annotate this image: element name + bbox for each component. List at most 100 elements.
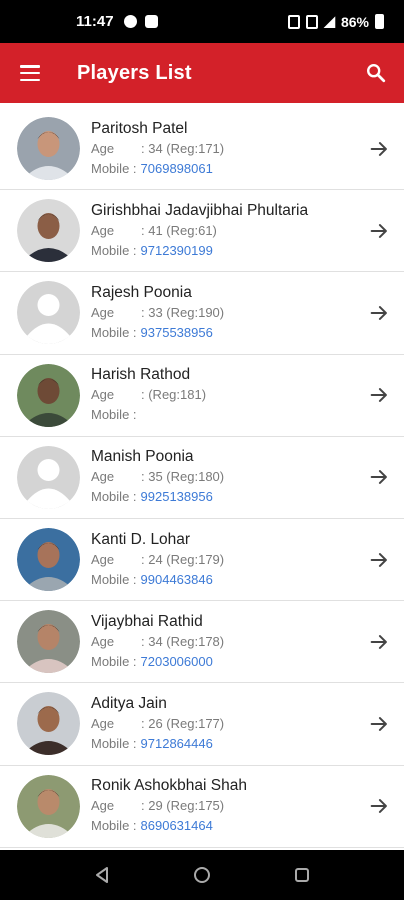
arrow-right-icon[interactable]: [368, 384, 390, 406]
mobile-link[interactable]: 8690631464: [141, 816, 213, 836]
notification-icon: [123, 15, 137, 28]
mobile-link[interactable]: 7203006000: [141, 652, 213, 672]
mobile-row: Mobile : 7203006000: [91, 652, 404, 672]
avatar: [17, 117, 80, 181]
mobile-label: Mobile :: [91, 653, 137, 669]
player-photo: [17, 117, 80, 181]
mobile-label: Mobile :: [91, 489, 137, 505]
list-item[interactable]: Rajesh Poonia Age : 33 (Reg:190) Mobile …: [0, 272, 404, 355]
mobile-row: Mobile : 7069898061: [91, 159, 404, 179]
mobile-link[interactable]: 7069898061: [141, 159, 213, 179]
player-info: Aditya Jain Age : 26 (Reg:177) Mobile : …: [91, 694, 404, 754]
avatar: [17, 774, 80, 838]
arrow-right-icon[interactable]: [368, 549, 390, 571]
list-item[interactable]: Ronik Ashokbhai Shah Age : 29 (Reg:175) …: [0, 766, 404, 848]
mobile-label: Mobile :: [91, 242, 137, 258]
age-row: Age : 26 (Reg:177): [91, 714, 404, 734]
list-item[interactable]: Aditya Jain Age : 26 (Reg:177) Mobile : …: [0, 683, 404, 766]
player-info: Paritosh Patel Age : 34 (Reg:171) Mobile…: [91, 119, 404, 179]
player-name: Aditya Jain: [91, 694, 167, 712]
mobile-link[interactable]: 9375538956: [141, 323, 213, 343]
page-title: Players List: [77, 61, 192, 84]
player-photo: [17, 774, 80, 838]
recents-icon: [295, 868, 309, 882]
list-item[interactable]: Paritosh Patel Age : 34 (Reg:171) Mobile…: [0, 108, 404, 191]
status-right: ◢ 86%: [288, 13, 384, 30]
mobile-row: Mobile : 9712390199: [91, 241, 404, 261]
mobile-row: Mobile :: [91, 405, 404, 425]
age-row: Age : (Reg:181): [91, 385, 404, 405]
mobile-label: Mobile :: [91, 571, 137, 587]
mobile-row: Mobile : 9904463846: [91, 570, 404, 590]
mobile-label: Mobile :: [91, 818, 137, 834]
back-button[interactable]: [82, 855, 122, 895]
player-photo: [17, 692, 80, 756]
mobile-label: Mobile :: [91, 160, 137, 176]
player-info: Rajesh Poonia Age : 33 (Reg:190) Mobile …: [91, 283, 404, 343]
avatar: [17, 281, 80, 345]
age-value: : 24 (Reg:179): [141, 551, 225, 567]
age-label: Age: [91, 222, 115, 238]
home-icon: [194, 867, 210, 883]
mobile-link[interactable]: 9904463846: [141, 570, 213, 590]
age-label: Age: [91, 633, 115, 649]
gallery-icon: [144, 15, 158, 28]
battery-percent: 86%: [340, 13, 369, 30]
home-button[interactable]: [182, 855, 222, 895]
mobile-row: Mobile : 8690631464: [91, 816, 404, 836]
age-row: Age : 24 (Reg:179): [91, 550, 404, 570]
age-label: Age: [91, 551, 115, 567]
list-item[interactable]: Girishbhai Jadavjibhai Phultaria Age : 4…: [0, 190, 404, 273]
menu-button[interactable]: [0, 43, 60, 103]
list-item[interactable]: Kanti D. Lohar Age : 24 (Reg:179) Mobile…: [0, 519, 404, 602]
age-value: : 34 (Reg:178): [141, 633, 225, 649]
mobile-link[interactable]: 9925138956: [141, 487, 213, 507]
mobile-link[interactable]: 9712390199: [141, 241, 213, 261]
recents-button[interactable]: [282, 855, 322, 895]
arrow-right-icon[interactable]: [368, 302, 390, 324]
age-row: Age : 29 (Reg:175): [91, 796, 404, 816]
search-button[interactable]: [348, 43, 404, 103]
mobile-link[interactable]: 9712864446: [141, 734, 213, 754]
arrow-right-icon[interactable]: [368, 631, 390, 653]
player-info: Harish Rathod Age : (Reg:181) Mobile :: [91, 365, 404, 425]
age-label: Age: [91, 304, 115, 320]
avatar: [17, 445, 80, 509]
age-row: Age : 41 (Reg:61): [91, 221, 404, 241]
battery-icon: [375, 14, 384, 29]
player-name: Paritosh Patel: [91, 119, 188, 137]
player-info: Ronik Ashokbhai Shah Age : 29 (Reg:175) …: [91, 776, 404, 836]
player-info: Girishbhai Jadavjibhai Phultaria Age : 4…: [91, 201, 404, 261]
back-icon: [96, 867, 108, 883]
age-label: Age: [91, 798, 115, 814]
arrow-right-icon[interactable]: [368, 466, 390, 488]
arrow-right-icon[interactable]: [368, 138, 390, 160]
player-name: Manish Poonia: [91, 448, 194, 466]
mobile-row: Mobile : 9375538956: [91, 323, 404, 343]
mobile-label: Mobile :: [91, 407, 137, 423]
mobile-row: Mobile : 9925138956: [91, 487, 404, 507]
player-name: Ronik Ashokbhai Shah: [91, 777, 247, 795]
age-value: : 33 (Reg:190): [141, 304, 225, 320]
mobile-label: Mobile :: [91, 735, 137, 751]
player-photo: [17, 199, 80, 263]
list-item[interactable]: Vijaybhai Rathid Age : 34 (Reg:178) Mobi…: [0, 601, 404, 684]
age-label: Age: [91, 140, 115, 156]
system-nav-bar: [0, 850, 404, 900]
status-time: 11:47: [76, 13, 114, 30]
age-value: : 41 (Reg:61): [141, 222, 217, 238]
players-list[interactable]: Paritosh Patel Age : 34 (Reg:171) Mobile…: [0, 103, 404, 850]
player-name: Girishbhai Jadavjibhai Phultaria: [91, 201, 309, 219]
age-row: Age : 35 (Reg:180): [91, 467, 404, 487]
age-row: Age : 34 (Reg:171): [91, 139, 404, 159]
arrow-right-icon[interactable]: [368, 713, 390, 735]
nfc-icon: [288, 14, 301, 29]
age-row: Age : 34 (Reg:178): [91, 632, 404, 652]
app-bar: Players List: [0, 43, 404, 103]
list-item[interactable]: Harish Rathod Age : (Reg:181) Mobile :: [0, 355, 404, 437]
arrow-right-icon[interactable]: [368, 795, 390, 817]
arrow-right-icon[interactable]: [368, 220, 390, 242]
list-item[interactable]: Manish Poonia Age : 35 (Reg:180) Mobile …: [0, 437, 404, 519]
player-info: Kanti D. Lohar Age : 24 (Reg:179) Mobile…: [91, 530, 404, 590]
player-photo: [17, 363, 80, 427]
